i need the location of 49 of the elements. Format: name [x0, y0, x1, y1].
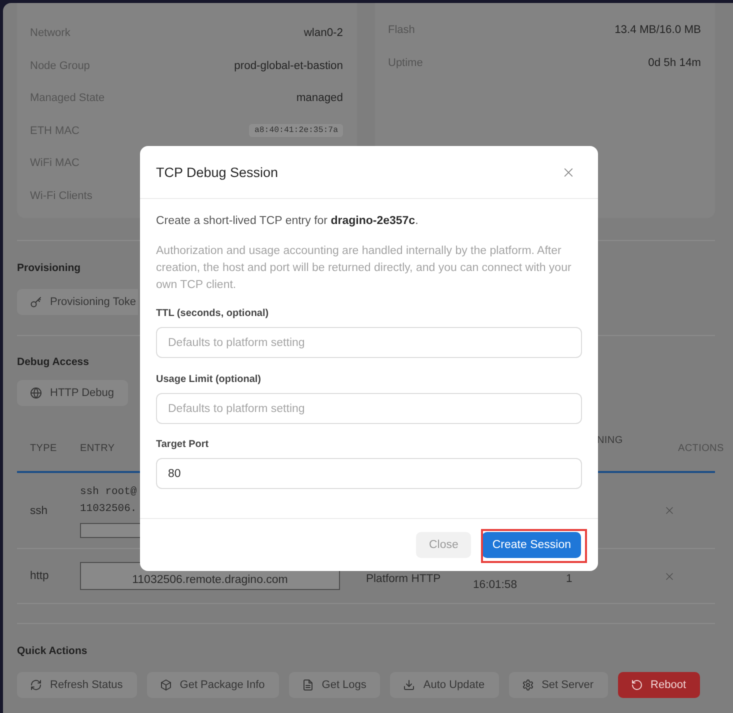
command-text: ssh root@ 11032506.: [80, 485, 137, 517]
package-info-button[interactable]: Get Package Info: [146, 672, 279, 698]
table-cell: http: [30, 570, 49, 582]
gear-icon: [522, 679, 534, 691]
refresh-icon: [30, 679, 42, 691]
dialog-title: TCP Debug Session: [156, 164, 278, 180]
column-header: ENTRY: [80, 443, 115, 454]
auto-update-button[interactable]: Auto Update: [390, 672, 499, 698]
set-server-button[interactable]: Set Server: [508, 672, 608, 698]
dialog-text: Create a short-lived TCP entry for dragino-2e357c.: [156, 214, 420, 229]
info-value: wlan0-2: [304, 27, 343, 40]
info-value: managed: [296, 92, 343, 104]
input-field[interactable]: Defaults to platform setting: [156, 327, 582, 358]
info-value: 0d 5h 14m: [648, 56, 701, 69]
field-label: TTL (seconds, optional): [156, 307, 269, 321]
create-session-button[interactable]: Create Session: [482, 532, 581, 558]
entry-field: [80, 523, 142, 538]
section-title: Debug Access: [17, 355, 89, 370]
input-field[interactable]: 80: [156, 458, 582, 489]
provisioning-token-button[interactable]: Provisioning Toke: [17, 289, 138, 315]
document-icon: [302, 679, 314, 691]
mac-address: a8:40:41:2e:35:7a: [249, 124, 343, 138]
field-label: Usage Limit (optional): [156, 373, 261, 387]
table-cell: ssh: [30, 504, 48, 516]
info-value: prod-global-et-bastion: [234, 60, 343, 72]
column-header: NING: [597, 434, 623, 448]
globe-icon: [30, 387, 42, 399]
table-cell: 16:01:58: [473, 579, 517, 591]
refresh-status-button[interactable]: Refresh Status: [17, 672, 137, 698]
http-debug-button[interactable]: HTTP Debug: [17, 380, 128, 406]
rotate-arrow-icon: [630, 679, 643, 691]
close-icon[interactable]: [563, 166, 574, 178]
section-title: Provisioning: [17, 261, 81, 276]
close-button[interactable]: Close: [416, 532, 472, 558]
cross-icon[interactable]: [665, 506, 674, 515]
table-cell: Platform HTTP: [366, 572, 441, 584]
table-cell: 1: [566, 572, 572, 584]
reboot-button[interactable]: Reboot: [618, 672, 700, 698]
get-logs-button[interactable]: Get Logs: [288, 672, 380, 698]
input-field[interactable]: Defaults to platform setting: [156, 393, 582, 424]
cross-icon[interactable]: [665, 572, 674, 580]
cube-icon: [160, 679, 172, 691]
info-value: 13.4 MB/16.0 MB: [614, 24, 701, 36]
field-label: Target Port: [156, 438, 209, 452]
section-title: Quick Actions: [17, 644, 88, 659]
dialog-note: Authorization and usage accounting are handled internally by the platform. After creation, the host and port will be returned directly, and you can connect with your own TCP client.: [156, 244, 572, 293]
key-icon: [30, 296, 42, 308]
download-icon: [403, 679, 416, 691]
column-header: TYPE: [30, 443, 57, 454]
